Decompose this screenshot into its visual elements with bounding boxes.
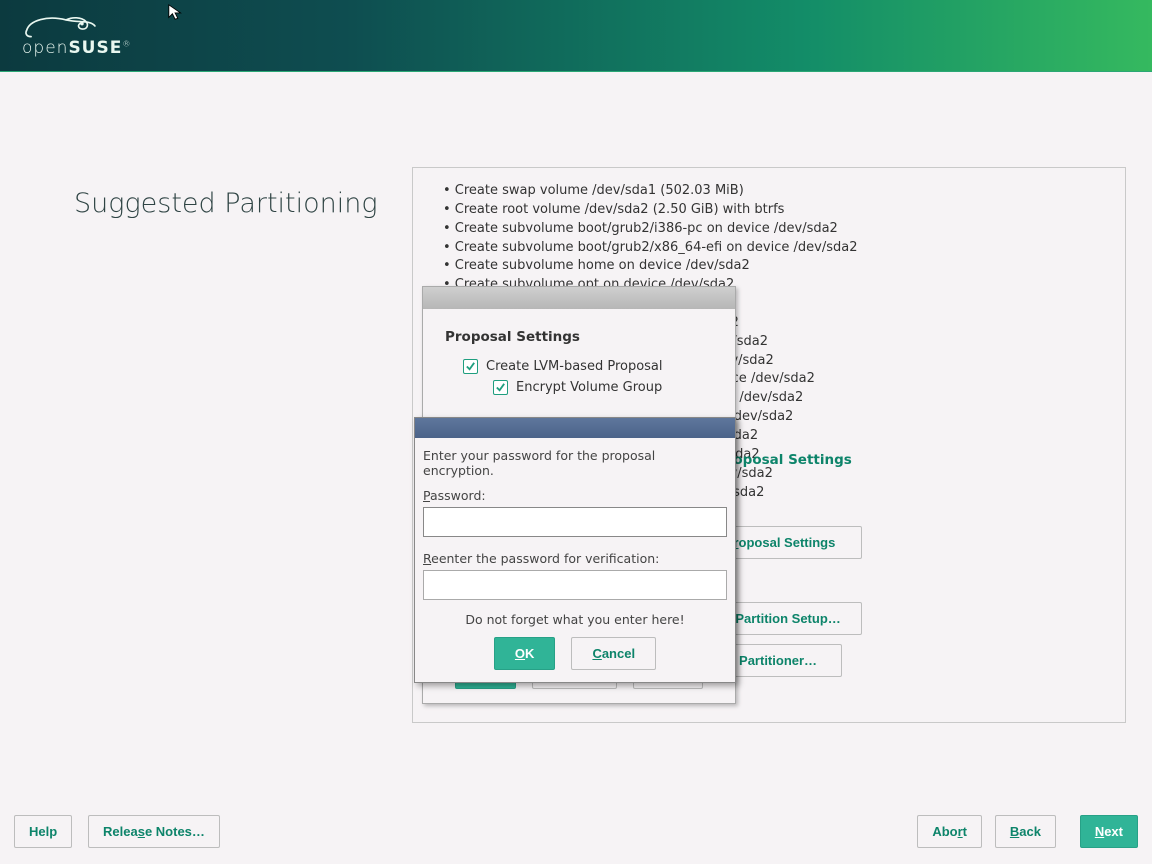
dialog-titlebar[interactable] bbox=[415, 418, 735, 438]
password-ok-button[interactable]: OK bbox=[494, 637, 556, 670]
password-input[interactable] bbox=[423, 507, 727, 537]
proposal-item: • Create subvolume boot/grub2/x86_64-efi… bbox=[443, 239, 1107, 258]
page-title: Suggested Partitioning bbox=[74, 188, 378, 219]
password-label: Password: bbox=[423, 488, 727, 503]
encryption-password-dialog: Enter your password for the proposal enc… bbox=[414, 417, 736, 683]
checkbox-label: Encrypt Volume Group bbox=[516, 380, 662, 395]
encrypt-volume-group-checkbox[interactable]: Encrypt Volume Group bbox=[493, 380, 717, 395]
proposal-item: • Create root volume /dev/sda2 (2.50 GiB… bbox=[443, 201, 1107, 220]
brand-text: openSUSE® bbox=[22, 38, 131, 58]
opensuse-logo: openSUSE® bbox=[22, 12, 131, 58]
dialog-heading: Proposal Settings bbox=[445, 329, 717, 345]
dialog-message: Enter your password for the proposal enc… bbox=[423, 448, 727, 478]
checkbox-checked-icon bbox=[463, 359, 478, 374]
reenter-password-label: Reenter the password for verification: bbox=[423, 551, 727, 566]
installer-header: openSUSE® bbox=[0, 0, 1152, 72]
password-cancel-button[interactable]: Cancel bbox=[571, 637, 656, 670]
dialog-titlebar[interactable] bbox=[423, 287, 735, 309]
checkbox-label: Create LVM-based Proposal bbox=[486, 359, 663, 374]
proposal-item: • Create swap volume /dev/sda1 (502.03 M… bbox=[443, 182, 1107, 201]
next-button[interactable]: Next bbox=[1080, 815, 1138, 848]
reenter-password-input[interactable] bbox=[423, 570, 727, 600]
checkbox-checked-icon bbox=[493, 380, 508, 395]
abort-button[interactable]: Abort bbox=[917, 815, 982, 848]
chameleon-icon bbox=[22, 12, 98, 40]
lvm-proposal-checkbox[interactable]: Create LVM-based Proposal bbox=[463, 359, 717, 374]
back-button[interactable]: Back bbox=[995, 815, 1056, 848]
release-notes-button[interactable]: Release Notes… bbox=[88, 815, 220, 848]
proposal-item: • Create subvolume boot/grub2/i386-pc on… bbox=[443, 220, 1107, 239]
proposal-item: • Create subvolume home on device /dev/s… bbox=[443, 257, 1107, 276]
help-button[interactable]: Help bbox=[14, 815, 72, 848]
warning-text: Do not forget what you enter here! bbox=[423, 612, 727, 627]
